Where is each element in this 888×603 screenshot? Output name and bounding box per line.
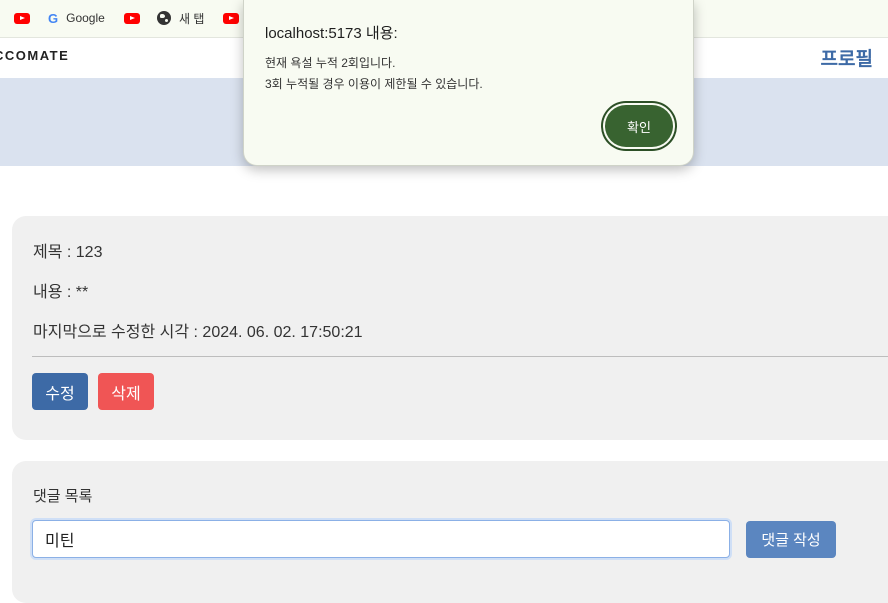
bookmark-label: 새 탭 (179, 11, 205, 26)
comment-list-heading: 댓글 목록 (33, 488, 93, 505)
confirm-button[interactable]: 확인 (605, 105, 673, 147)
bookmark-youtube-3[interactable] (223, 9, 239, 27)
dialog-message-line2: 3회 누적될 경우 이용이 제한될 수 있습니다. (265, 77, 483, 91)
bookmark-label: Google (66, 11, 105, 25)
alert-dialog: localhost:5173 내용: 현재 욕설 누적 2회입니다. 3회 누적… (243, 0, 694, 166)
post-card: 제목 : 123 내용 : ** 마지막으로 수정한 시각 : 2024. 06… (12, 216, 888, 440)
bookmark-youtube-1[interactable] (14, 9, 30, 27)
delete-button[interactable]: 삭제 (98, 373, 154, 410)
comment-input[interactable] (32, 520, 730, 558)
bookmark-new-tab[interactable]: 새 탭 (157, 9, 204, 27)
post-modified-time: 마지막으로 수정한 시각 : 2024. 06. 02. 17:50:21 (33, 324, 363, 341)
edit-button[interactable]: 수정 (32, 373, 88, 410)
profile-link[interactable]: 프로필 (821, 44, 873, 71)
divider (32, 356, 888, 357)
post-title: 제목 : 123 (33, 244, 103, 261)
dialog-message-line1: 현재 욕설 누적 2회입니다. (265, 56, 396, 70)
youtube-icon (223, 12, 239, 24)
globe-icon (157, 11, 171, 25)
dialog-title: localhost:5173 내용: (265, 25, 398, 42)
comment-submit-button[interactable]: 댓글 작성 (746, 521, 836, 558)
post-content: 내용 : ** (33, 284, 89, 301)
youtube-icon (124, 12, 140, 24)
youtube-icon (14, 12, 30, 24)
bookmark-google[interactable]: G Google (48, 9, 105, 27)
brand-logo[interactable]: CCOMATE (0, 48, 69, 63)
bookmark-youtube-2[interactable] (124, 9, 140, 27)
google-icon: G (48, 10, 59, 26)
comment-card: 댓글 목록 댓글 작성 (12, 461, 888, 603)
